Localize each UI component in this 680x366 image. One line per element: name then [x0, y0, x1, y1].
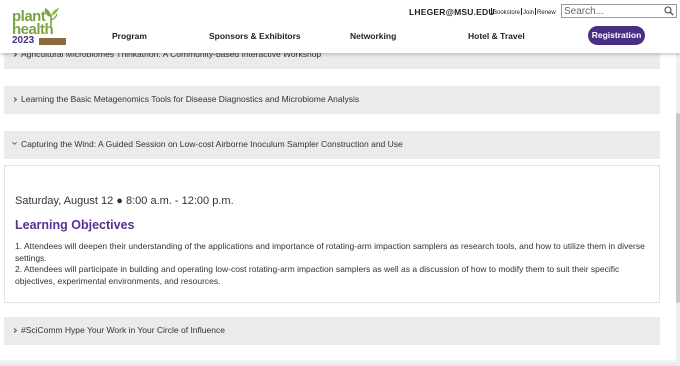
- objectives-list: 1. Attendees will deepen their understan…: [15, 241, 651, 287]
- page-scrollbar[interactable]: [676, 53, 680, 366]
- site-header: plant health 2023 LHEGER@MSU.EDU Booksto…: [0, 0, 680, 53]
- session-date-time: Saturday, August 12 ● 8:00 a.m. - 12:00 …: [15, 195, 234, 207]
- objective-item: 1. Attendees will deepen their understan…: [15, 241, 645, 263]
- renew-link[interactable]: Renew: [537, 10, 556, 16]
- nav-networking[interactable]: Networking: [350, 31, 396, 41]
- objective-item: 2. Attendees will participate in buildin…: [15, 264, 620, 286]
- nav-hotel-travel[interactable]: Hotel & Travel: [468, 31, 525, 41]
- accordion-item-expanded[interactable]: Capturing the Wind: A Guided Session on …: [4, 131, 660, 159]
- bookstore-link[interactable]: Bookstore: [493, 10, 520, 16]
- search-box: [561, 4, 677, 18]
- accordion-title: #SciComm Hype Your Work in Your Circle o…: [21, 325, 225, 335]
- next-item-edge: [0, 360, 680, 366]
- scrollbar-thumb[interactable]: [676, 113, 680, 303]
- utility-links: Bookstore Join Renew: [490, 8, 556, 16]
- logo-year: 2023: [12, 35, 35, 46]
- accordion-item[interactable]: Learning the Basic Metagenomics Tools fo…: [4, 86, 660, 114]
- learning-objectives-heading: Learning Objectives: [15, 218, 135, 232]
- divider: [521, 8, 523, 15]
- divider: [535, 8, 537, 15]
- plant-health-2023-logo[interactable]: plant health 2023: [12, 8, 72, 47]
- search-input[interactable]: [564, 5, 664, 17]
- logo-soil-bar: [39, 38, 66, 45]
- chevron-right-icon: [13, 328, 18, 333]
- user-email[interactable]: LHEGER@MSU.EDU: [409, 7, 495, 17]
- registration-button[interactable]: Registration: [588, 26, 645, 45]
- search-icon[interactable]: [664, 6, 674, 16]
- nav-sponsors-exhibitors[interactable]: Sponsors & Exhibitors: [209, 31, 301, 41]
- join-link[interactable]: Join: [523, 10, 534, 16]
- nav-program[interactable]: Program: [112, 31, 147, 41]
- chevron-down-icon: [12, 141, 17, 145]
- divider: [491, 8, 492, 15]
- chevron-right-icon: [13, 97, 18, 102]
- accordion-title: Learning the Basic Metagenomics Tools fo…: [21, 94, 360, 104]
- sprout-icon: [44, 8, 59, 26]
- accordion-item[interactable]: #SciComm Hype Your Work in Your Circle o…: [4, 317, 660, 345]
- accordion-title: Capturing the Wind: A Guided Session on …: [21, 139, 403, 149]
- session-details-panel: Saturday, August 12 ● 8:00 a.m. - 12:00 …: [4, 165, 660, 303]
